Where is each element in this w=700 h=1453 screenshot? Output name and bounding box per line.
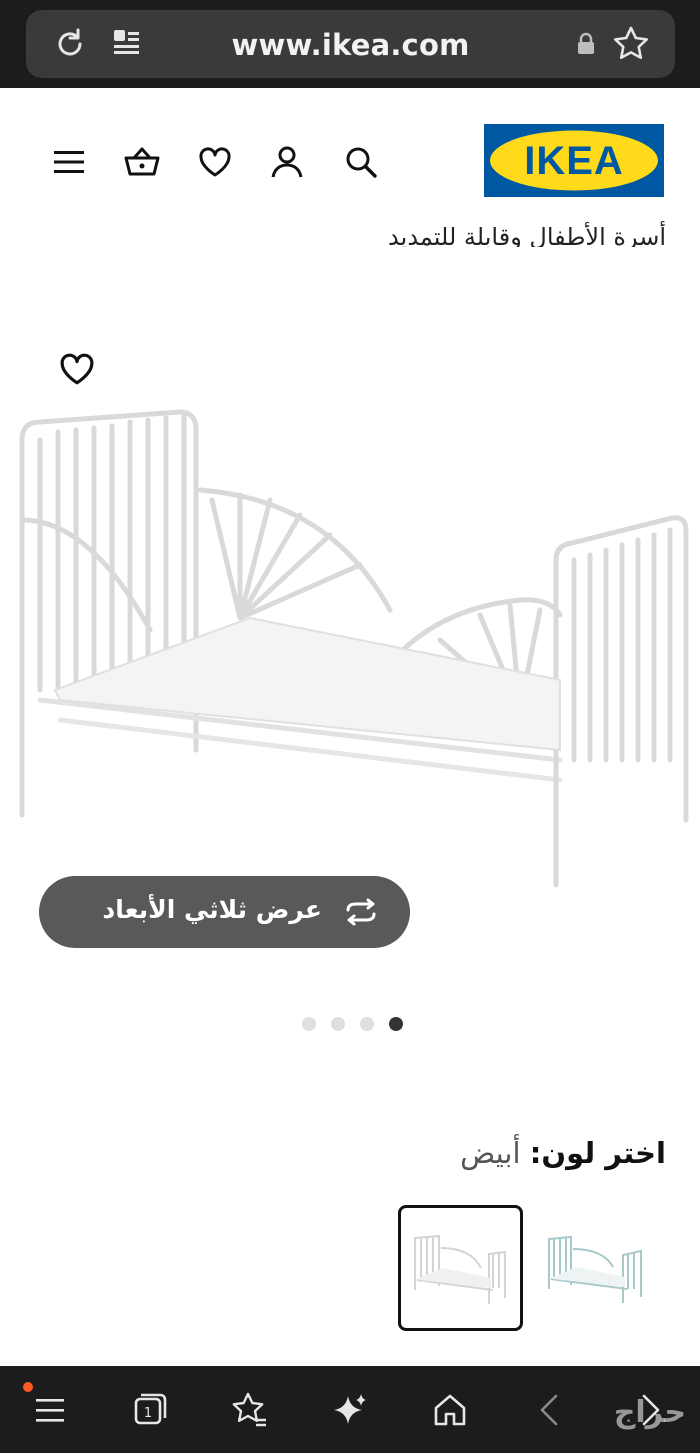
watermark: حراج [613, 1395, 686, 1430]
product-image[interactable] [0, 390, 700, 900]
carousel-dot[interactable] [302, 1017, 316, 1031]
ikea-logo-mark: IKEA [484, 124, 664, 197]
color-swatch-light-blue[interactable] [537, 1205, 662, 1331]
ikea-logo[interactable]: IKEA [484, 124, 664, 197]
svg-text:1: 1 [144, 1406, 152, 1421]
color-value: أبيض [460, 1136, 521, 1170]
carousel-dot-active[interactable] [389, 1017, 403, 1031]
color-selection-label: اختر لون: أبيض [460, 1136, 666, 1170]
tabs-icon[interactable]: 1 [130, 1390, 170, 1430]
color-label: اختر لون: [529, 1136, 666, 1170]
browser-toolbar: www.ikea.com [0, 0, 700, 88]
add-to-wishlist-heart-icon[interactable] [58, 350, 96, 388]
search-icon[interactable] [343, 144, 379, 180]
carousel-dot[interactable] [331, 1017, 345, 1031]
color-swatch-white[interactable] [398, 1205, 523, 1331]
site-header: IKEA [0, 88, 700, 228]
carousel-indicators [300, 1017, 410, 1033]
product-title: أسرة الأطفال وقابلة للتمديد [388, 223, 666, 247]
ai-sparkle-icon[interactable] [330, 1390, 370, 1430]
lock-icon [578, 32, 594, 54]
heart-icon[interactable] [197, 144, 233, 180]
favorites-icon[interactable] [230, 1390, 270, 1430]
back-icon[interactable] [530, 1390, 570, 1430]
white-bed-thumbnail [414, 1234, 506, 1304]
rotate-3d-icon [346, 898, 376, 926]
home-icon[interactable] [430, 1390, 470, 1430]
basket-icon[interactable] [122, 144, 162, 180]
browser-bottom-nav: 1 [0, 1366, 700, 1453]
menu-icon[interactable] [30, 1390, 70, 1430]
address-bar[interactable]: www.ikea.com [26, 10, 675, 78]
bookmark-star-icon[interactable] [612, 25, 650, 63]
view-3d-button[interactable]: عرض ثلاثي الأبعاد [39, 876, 410, 948]
carousel-dot[interactable] [360, 1017, 374, 1031]
view-3d-label: عرض ثلاثي الأبعاد [102, 895, 322, 924]
blue-bed-thumbnail [548, 1235, 642, 1303]
account-icon[interactable] [269, 144, 305, 180]
menu-icon[interactable] [51, 144, 87, 180]
svg-text:IKEA: IKEA [524, 139, 624, 183]
